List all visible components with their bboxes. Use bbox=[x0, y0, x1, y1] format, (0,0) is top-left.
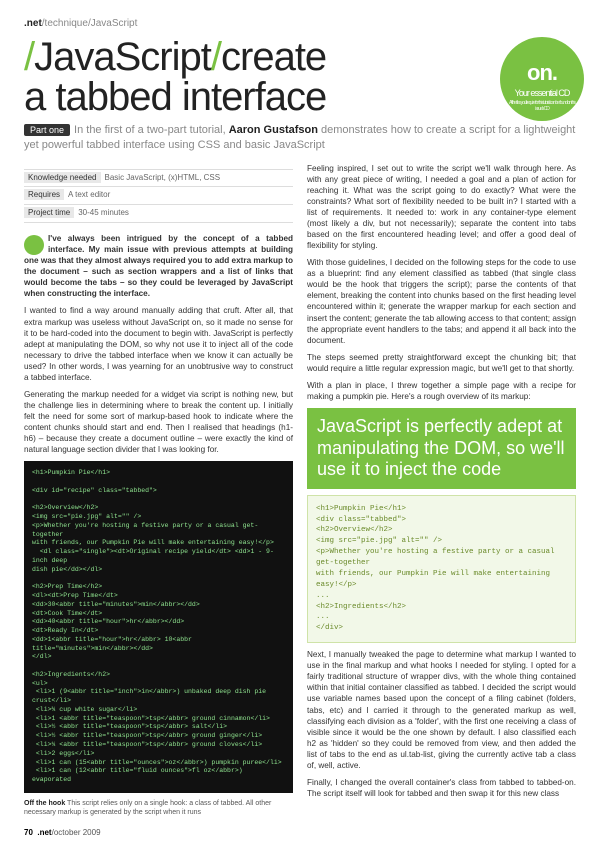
author: Aaron Gustafson bbox=[229, 124, 318, 136]
breadcrumb: .net/technique/JavaScript bbox=[24, 18, 576, 29]
right-column: Feeling inspired, I set out to write the… bbox=[307, 163, 576, 818]
body-text: Feeling inspired, I set out to write the… bbox=[307, 163, 576, 252]
meta-row: Project time30-45 minutes bbox=[24, 204, 293, 223]
brand: .net bbox=[24, 18, 42, 29]
lead-text: I've always been intrigued by the concep… bbox=[24, 234, 293, 298]
body-text: Finally, I changed the overall container… bbox=[307, 777, 576, 799]
body-text: With a plan in place, I threw together a… bbox=[307, 380, 576, 402]
page-number: 70 bbox=[24, 828, 33, 837]
body-text: Generating the markup needed for a widge… bbox=[24, 389, 293, 455]
body-text: Next, I manually tweaked the page to det… bbox=[307, 649, 576, 771]
body-text: The steps seemed pretty straightforward … bbox=[307, 352, 576, 374]
body-text: With those guidelines, I decided on the … bbox=[307, 257, 576, 346]
meta-box: Knowledge neededBasic JavaScript, (x)HTM… bbox=[24, 169, 293, 223]
pull-quote: JavaScript is perfectly adept at manipul… bbox=[307, 408, 576, 489]
page-footer: 70 .net/october 2009 bbox=[24, 828, 576, 837]
meta-row: RequiresA text editor bbox=[24, 186, 293, 204]
left-column: Knowledge neededBasic JavaScript, (x)HTM… bbox=[24, 163, 293, 818]
dropcap-icon bbox=[24, 235, 44, 255]
badge-logo: on. bbox=[527, 60, 557, 85]
part-badge: Part one bbox=[24, 124, 70, 136]
code-light: <h1>Pumpkin Pie</h1> <div class="tabbed"… bbox=[307, 495, 576, 644]
intro: Part oneIn the first of a two-part tutor… bbox=[24, 123, 576, 153]
headline: /JavaScript/create a tabbed interface on… bbox=[24, 37, 576, 117]
code-dark: <h1>Pumpkin Pie</h1> <div id="recipe" cl… bbox=[24, 461, 293, 793]
cd-badge: on. Your essential CD All the files you'… bbox=[500, 37, 584, 121]
caption: Off the hook This script relies only on … bbox=[24, 799, 293, 818]
body-text: I wanted to find a way around manually a… bbox=[24, 305, 293, 382]
meta-row: Knowledge neededBasic JavaScript, (x)HTM… bbox=[24, 169, 293, 187]
